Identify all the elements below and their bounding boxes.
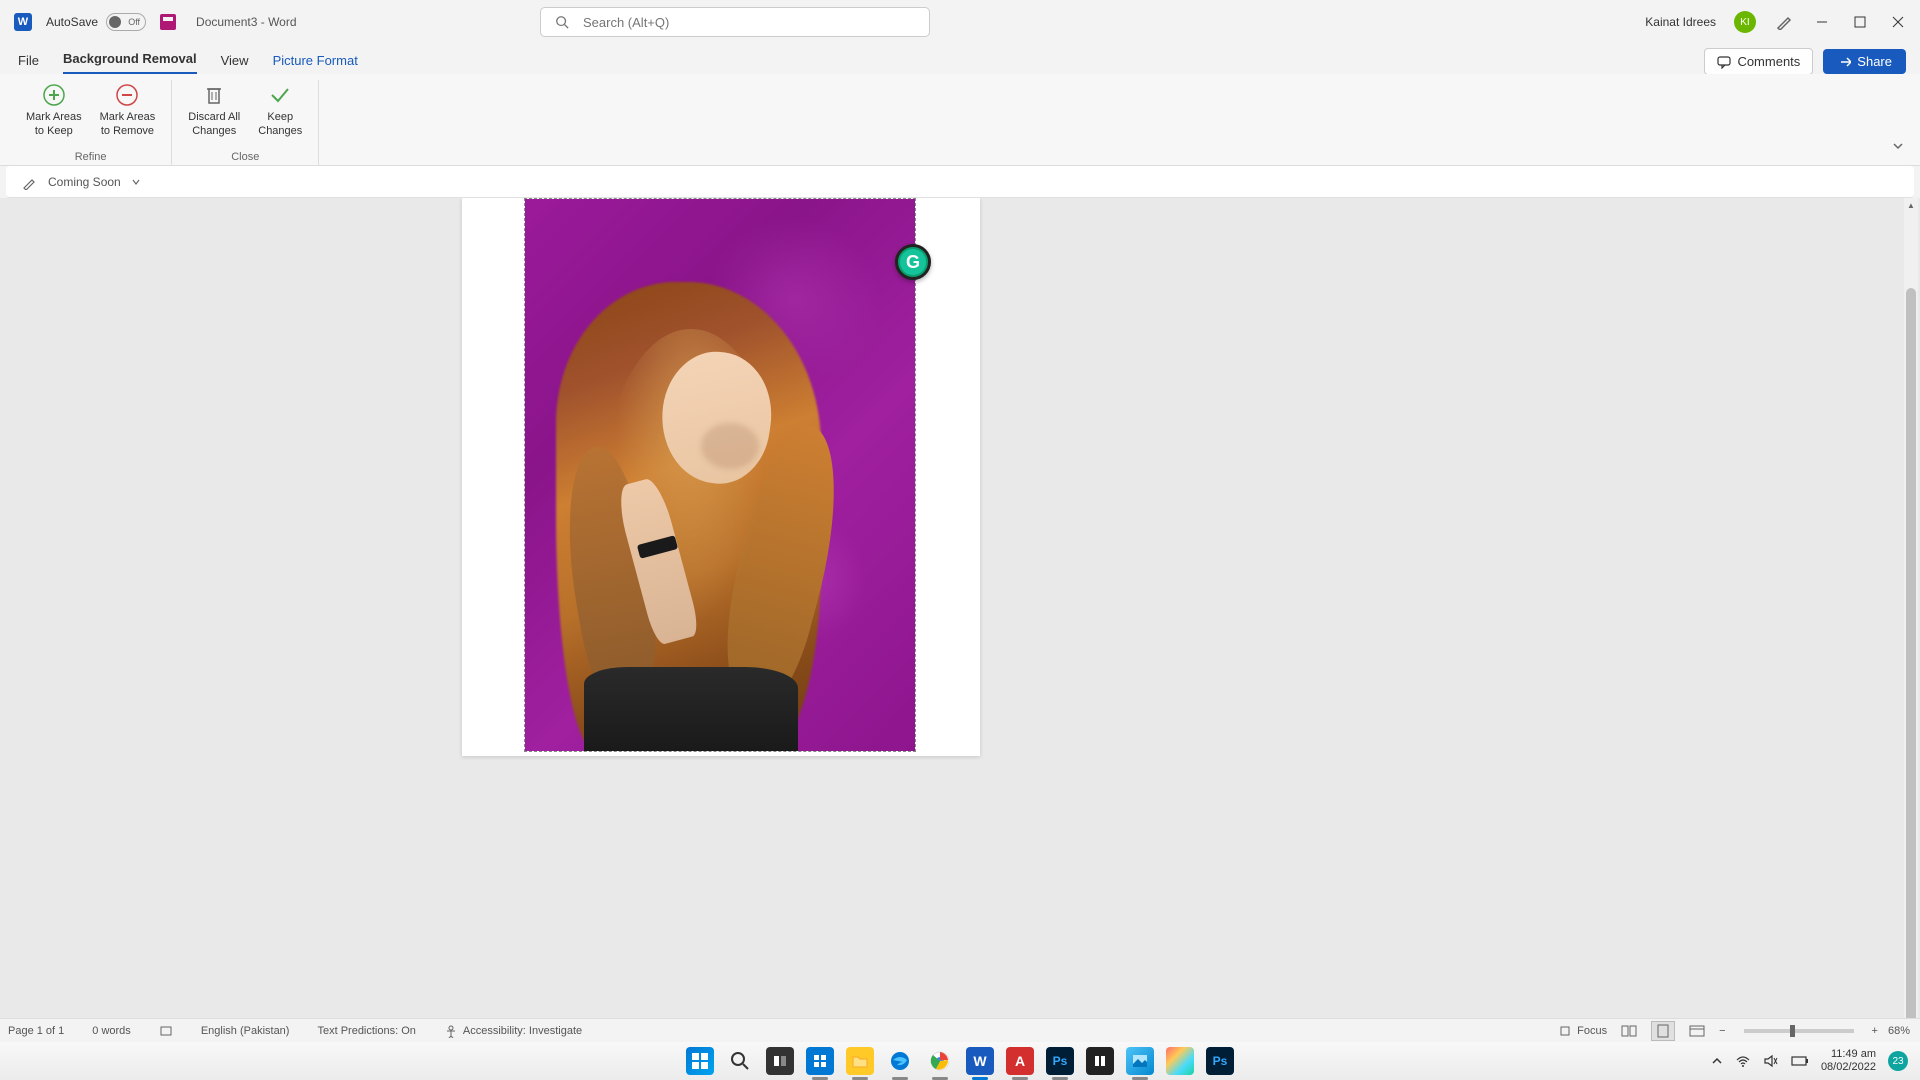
mark-keep-label: Mark Areas to Keep <box>26 110 82 139</box>
status-bar: Page 1 of 1 0 words English (Pakistan) T… <box>0 1018 1920 1042</box>
system-tray: 11:49 am 08/02/2022 23 <box>1711 1048 1908 1074</box>
app-icon-dark[interactable] <box>1086 1047 1114 1075</box>
vertical-scrollbar[interactable]: ▲ <box>1904 198 1918 1042</box>
comments-button[interactable]: Comments <box>1704 48 1813 75</box>
task-view-icon[interactable] <box>766 1047 794 1075</box>
pencil-minus-icon <box>112 82 142 108</box>
start-button[interactable] <box>686 1047 714 1075</box>
picture-content <box>525 199 915 751</box>
quick-access-bar: Coming Soon <box>6 166 1914 198</box>
notification-badge[interactable]: 23 <box>1888 1051 1908 1071</box>
save-icon[interactable] <box>160 14 176 30</box>
widgets-icon[interactable] <box>806 1047 834 1075</box>
close-button[interactable] <box>1888 12 1908 32</box>
file-explorer-icon[interactable] <box>846 1047 874 1075</box>
search-input[interactable] <box>583 15 915 30</box>
clock[interactable]: 11:49 am 08/02/2022 <box>1821 1048 1876 1074</box>
ribbon: Mark Areas to Keep Mark Areas to Remove … <box>0 74 1920 166</box>
print-layout-button[interactable] <box>1651 1021 1675 1041</box>
title-bar: W AutoSave Off Document3 - Word Kainat I… <box>0 0 1920 44</box>
battery-icon[interactable] <box>1791 1055 1809 1067</box>
creative-cloud-icon[interactable] <box>1166 1047 1194 1075</box>
refine-group-label: Refine <box>75 151 107 165</box>
pen-tool-icon[interactable] <box>22 174 38 190</box>
windows-taskbar: W A Ps Ps 11:49 am 08/02/2022 23 <box>0 1042 1920 1080</box>
check-icon <box>265 82 295 108</box>
photos-icon[interactable] <box>1126 1047 1154 1075</box>
document-area: G <box>0 198 1920 1042</box>
document-title: Document3 - Word <box>196 15 296 29</box>
word-taskbar-icon[interactable]: W <box>966 1047 994 1075</box>
autosave-label: AutoSave <box>46 15 98 29</box>
zoom-in-button[interactable]: + <box>1872 1025 1878 1037</box>
share-label: Share <box>1857 54 1892 69</box>
page-count[interactable]: Page 1 of 1 <box>8 1025 64 1037</box>
user-name: Kainat Idrees <box>1645 15 1716 29</box>
web-layout-button[interactable] <box>1685 1021 1709 1041</box>
mark-remove-label: Mark Areas to Remove <box>100 110 156 139</box>
close-group-label: Close <box>231 151 259 165</box>
grammarly-icon: G <box>900 249 926 275</box>
photoshop-icon-2[interactable]: Ps <box>1206 1047 1234 1075</box>
focus-icon <box>1558 1024 1572 1038</box>
keep-changes-button[interactable]: Keep Changes <box>252 80 308 151</box>
keep-label: Keep Changes <box>258 110 302 139</box>
mark-areas-keep-button[interactable]: Mark Areas to Keep <box>20 80 88 151</box>
word-app-icon: W <box>14 13 32 31</box>
acrobat-icon[interactable]: A <box>1006 1047 1034 1075</box>
accessibility-status[interactable]: Accessibility: Investigate <box>444 1024 582 1038</box>
grammarly-badge[interactable]: G <box>895 244 931 280</box>
chevron-up-icon[interactable] <box>1711 1055 1723 1067</box>
search-taskbar-icon[interactable] <box>726 1047 754 1075</box>
discard-label: Discard All Changes <box>188 110 240 139</box>
tab-background-removal[interactable]: Background Removal <box>63 51 197 74</box>
chevron-down-icon[interactable] <box>131 177 141 187</box>
ribbon-collapse-button[interactable] <box>1892 139 1904 157</box>
mark-areas-remove-button[interactable]: Mark Areas to Remove <box>94 80 162 151</box>
tab-file[interactable]: File <box>18 53 39 74</box>
minimize-button[interactable] <box>1812 12 1832 32</box>
trash-icon <box>199 82 229 108</box>
zoom-slider[interactable] <box>1744 1029 1854 1033</box>
pencil-plus-icon <box>39 82 69 108</box>
word-count[interactable]: 0 words <box>92 1025 131 1037</box>
accessibility-icon <box>444 1024 458 1038</box>
read-mode-button[interactable] <box>1617 1021 1641 1041</box>
tab-view[interactable]: View <box>221 53 249 74</box>
edge-icon[interactable] <box>886 1047 914 1075</box>
chrome-icon[interactable] <box>926 1047 954 1075</box>
photoshop-icon[interactable]: Ps <box>1046 1047 1074 1075</box>
ribbon-tabs: File Background Removal View Picture For… <box>0 44 1920 74</box>
discard-changes-button[interactable]: Discard All Changes <box>182 80 246 151</box>
language-status[interactable]: English (Pakistan) <box>201 1025 290 1037</box>
picture-selection[interactable] <box>524 198 916 752</box>
coming-soon-label: Coming Soon <box>48 175 121 189</box>
foreground-subject <box>525 282 915 751</box>
tab-picture-format[interactable]: Picture Format <box>273 53 358 74</box>
focus-mode-button[interactable]: Focus <box>1558 1024 1607 1038</box>
spellcheck-icon[interactable] <box>159 1024 173 1038</box>
user-avatar[interactable]: KI <box>1734 11 1756 33</box>
ribbon-group-refine: Mark Areas to Keep Mark Areas to Remove … <box>10 80 172 165</box>
autosave-toggle[interactable]: Off <box>106 13 146 31</box>
wifi-icon[interactable] <box>1735 1054 1751 1068</box>
pen-icon[interactable] <box>1774 12 1794 32</box>
zoom-out-button[interactable]: − <box>1719 1025 1725 1037</box>
time-label: 11:49 am <box>1821 1048 1876 1061</box>
ribbon-group-close: Discard All Changes Keep Changes Close <box>172 80 319 165</box>
scroll-thumb[interactable] <box>1906 288 1916 1034</box>
date-label: 08/02/2022 <box>1821 1061 1876 1074</box>
text-predictions-status[interactable]: Text Predictions: On <box>317 1025 415 1037</box>
zoom-level[interactable]: 68% <box>1888 1025 1910 1037</box>
share-button[interactable]: Share <box>1823 49 1906 74</box>
share-icon <box>1837 55 1851 69</box>
autosave-state: Off <box>128 17 140 27</box>
comments-label: Comments <box>1737 54 1800 69</box>
volume-icon[interactable] <box>1763 1054 1779 1068</box>
search-box[interactable] <box>540 7 930 37</box>
comment-icon <box>1717 55 1731 69</box>
maximize-button[interactable] <box>1850 12 1870 32</box>
scroll-up-arrow[interactable]: ▲ <box>1906 198 1916 212</box>
search-icon <box>555 15 569 29</box>
